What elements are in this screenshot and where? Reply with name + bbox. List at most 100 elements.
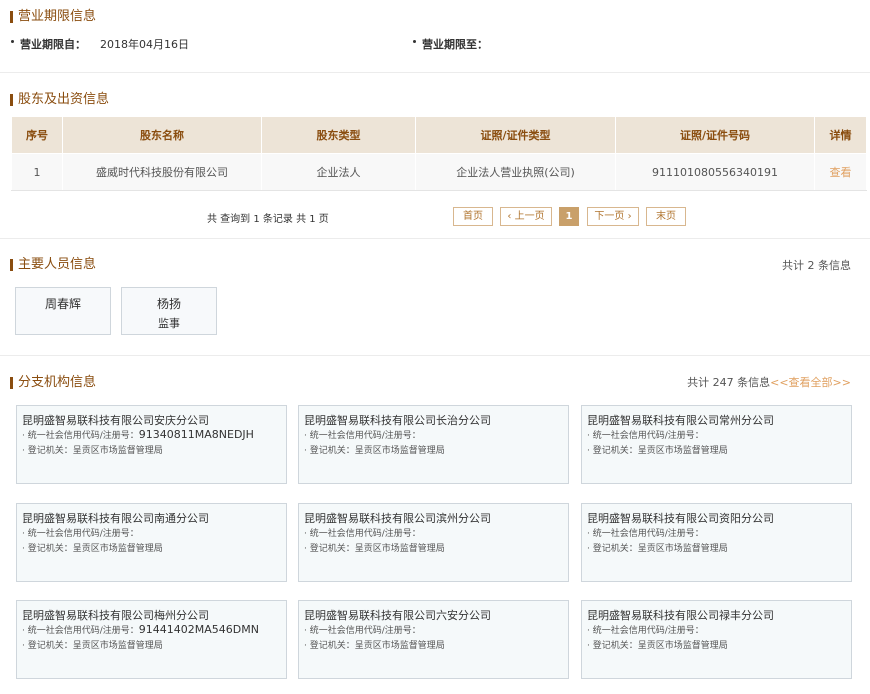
branch-name: 昆明盛智易联科技有限公司禄丰分公司 <box>587 609 774 622</box>
branch-authority: 呈贡区市场监督管理局 <box>72 544 163 554</box>
section-divider <box>0 238 870 239</box>
branch-authority-line: · 登记机关：呈贡区市场监督管理局 <box>587 638 728 651</box>
branch-authority-label: · 登记机关： <box>22 446 73 456</box>
branch-authority: 呈贡区市场监督管理局 <box>72 641 163 651</box>
branch-credit-label: · 统一社会信用代码/注册号： <box>587 529 704 539</box>
branch-credit-label: · 统一社会信用代码/注册号： <box>22 626 139 636</box>
branch-authority-label: · 登记机关： <box>587 544 638 554</box>
branch-authority-label: · 登记机关： <box>304 641 355 651</box>
branch-name: 昆明盛智易联科技有限公司常州分公司 <box>587 414 774 427</box>
branch-credit-code: 91441402MA546DMN <box>138 623 259 636</box>
branch-authority-label: · 登记机关： <box>304 446 355 456</box>
branch-authority-line: · 登记机关：呈贡区市场监督管理局 <box>22 443 163 456</box>
branches-count: 共计 247 条信息<<查看全部>> <box>687 374 851 390</box>
person-card[interactable]: 周春辉 <box>15 287 111 335</box>
branch-card[interactable]: 昆明盛智易联科技有限公司六安分公司 · 统一社会信用代码/注册号： · 登记机关：呈… <box>298 600 569 679</box>
cell-name: 盛威时代科技股份有限公司 <box>62 153 262 191</box>
branch-authority-line: · 登记机关：呈贡区市场监督管理局 <box>22 541 163 554</box>
branch-credit-label: · 统一社会信用代码/注册号： <box>304 529 421 539</box>
current-page-button[interactable]: 1 <box>559 207 579 226</box>
table-row: 1 盛威时代科技股份有限公司 企业法人 企业法人营业执照(公司) 9111010… <box>11 153 867 191</box>
branch-name: 昆明盛智易联科技有限公司资阳分公司 <box>587 512 774 525</box>
branch-name: 昆明盛智易联科技有限公司滨州分公司 <box>304 512 491 525</box>
branch-card[interactable]: 昆明盛智易联科技有限公司梅州分公司 · 统一社会信用代码/注册号：91441402… <box>16 600 287 679</box>
branch-name: 昆明盛智易联科技有限公司南通分公司 <box>22 512 209 525</box>
col-header-cert-number: 证照/证件号码 <box>615 116 815 154</box>
branch-credit-label: · 统一社会信用代码/注册号： <box>22 529 139 539</box>
branch-authority-line: · 登记机关：呈贡区市场监督管理局 <box>22 638 163 651</box>
branch-authority-label: · 登记机关： <box>587 446 638 456</box>
person-role: 监事 <box>158 317 180 330</box>
next-page-button[interactable]: 下一页 › <box>587 207 639 226</box>
pager-info: 共 查询到 1 条记录 共 1 页 <box>207 214 329 225</box>
branch-authority-line: · 登记机关：呈贡区市场监督管理局 <box>304 638 445 651</box>
branch-card[interactable]: 昆明盛智易联科技有限公司常州分公司 · 统一社会信用代码/注册号： · 登记机关：呈… <box>581 405 852 484</box>
business-term-title: 营业期限信息 <box>10 9 96 25</box>
branch-credit-line: · 统一社会信用代码/注册号： <box>587 623 704 636</box>
branch-credit-line: · 统一社会信用代码/注册号： <box>304 428 421 441</box>
branch-authority-line: · 登记机关：呈贡区市场监督管理局 <box>587 443 728 456</box>
bullet-icon <box>413 40 416 43</box>
branches-title: 分支机构信息 <box>10 375 96 391</box>
person-name: 周春辉 <box>44 297 81 311</box>
branch-name: 昆明盛智易联科技有限公司长治分公司 <box>304 414 491 427</box>
branch-authority: 呈贡区市场监督管理局 <box>637 641 728 651</box>
branch-credit-label: · 统一社会信用代码/注册号： <box>22 431 139 441</box>
first-page-button[interactable]: 首页 <box>453 207 493 226</box>
person-card[interactable]: 杨扬 监事 <box>121 287 217 335</box>
branch-card[interactable]: 昆明盛智易联科技有限公司禄丰分公司 · 统一社会信用代码/注册号： · 登记机关：呈… <box>581 600 852 679</box>
branch-authority: 呈贡区市场监督管理局 <box>72 446 163 456</box>
section-divider <box>0 72 870 73</box>
branch-credit-label: · 统一社会信用代码/注册号： <box>304 626 421 636</box>
branch-credit-line: · 统一社会信用代码/注册号： <box>304 526 421 539</box>
branches-count-text: 共计 247 条信息 <box>687 376 771 389</box>
bullet-icon <box>11 40 14 43</box>
col-header-index: 序号 <box>11 116 63 154</box>
term-from-value: 2018年04月16日 <box>100 38 189 51</box>
branch-name: 昆明盛智易联科技有限公司梅州分公司 <box>22 609 209 622</box>
branch-name: 昆明盛智易联科技有限公司六安分公司 <box>304 609 491 622</box>
branch-credit-code: 91340811MA8NEDJH <box>138 428 254 441</box>
branch-authority: 呈贡区市场监督管理局 <box>637 544 728 554</box>
term-to-label: 营业期限至： <box>422 38 488 51</box>
branch-credit-line: · 统一社会信用代码/注册号：91340811MA8NEDJH <box>22 428 254 441</box>
last-page-button[interactable]: 末页 <box>646 207 686 226</box>
branch-authority: 呈贡区市场监督管理局 <box>637 446 728 456</box>
branch-card[interactable]: 昆明盛智易联科技有限公司安庆分公司 · 统一社会信用代码/注册号：91340811… <box>16 405 287 484</box>
term-from-label: 营业期限自： <box>20 38 86 51</box>
branch-authority: 呈贡区市场监督管理局 <box>354 544 445 554</box>
cell-index: 1 <box>11 153 63 191</box>
prev-page-button[interactable]: ‹ 上一页 <box>500 207 552 226</box>
branch-authority-label: · 登记机关： <box>304 544 355 554</box>
view-detail-link[interactable]: 查看 <box>814 153 867 191</box>
branch-card[interactable]: 昆明盛智易联科技有限公司南通分公司 · 统一社会信用代码/注册号： · 登记机关：呈… <box>16 503 287 582</box>
branch-name: 昆明盛智易联科技有限公司安庆分公司 <box>22 414 209 427</box>
branch-credit-line: · 统一社会信用代码/注册号： <box>22 526 139 539</box>
branch-authority-line: · 登记机关：呈贡区市场监督管理局 <box>304 541 445 554</box>
view-all-branches-link[interactable]: <<查看全部>> <box>770 376 851 389</box>
branch-authority-label: · 登记机关： <box>22 641 73 651</box>
branch-card[interactable]: 昆明盛智易联科技有限公司资阳分公司 · 统一社会信用代码/注册号： · 登记机关：呈… <box>581 503 852 582</box>
business-term-to: 营业期限至： <box>413 38 502 52</box>
col-header-name: 股东名称 <box>62 116 262 154</box>
business-term-from: 营业期限自： 2018年04月16日 <box>11 38 189 52</box>
branch-credit-line: · 统一社会信用代码/注册号： <box>587 526 704 539</box>
personnel-count: 共计 2 条信息 <box>782 259 851 272</box>
branch-authority-label: · 登记机关： <box>587 641 638 651</box>
col-header-cert-type: 证照/证件类型 <box>415 116 616 154</box>
col-header-detail: 详情 <box>814 116 867 154</box>
shareholders-table: 序号 股东名称 股东类型 证照/证件类型 证照/证件号码 详情 1 盛威时代科技… <box>11 116 867 191</box>
branch-credit-line: · 统一社会信用代码/注册号： <box>304 623 421 636</box>
branch-authority: 呈贡区市场监督管理局 <box>354 446 445 456</box>
branch-credit-line: · 统一社会信用代码/注册号：91441402MA546DMN <box>22 623 259 636</box>
cell-cert-type: 企业法人营业执照(公司) <box>415 153 616 191</box>
branch-credit-line: · 统一社会信用代码/注册号： <box>587 428 704 441</box>
branch-credit-label: · 统一社会信用代码/注册号： <box>304 431 421 441</box>
col-header-type: 股东类型 <box>261 116 416 154</box>
branch-credit-label: · 统一社会信用代码/注册号： <box>587 431 704 441</box>
table-header-row: 序号 股东名称 股东类型 证照/证件类型 证照/证件号码 详情 <box>11 116 867 154</box>
branch-card[interactable]: 昆明盛智易联科技有限公司滨州分公司 · 统一社会信用代码/注册号： · 登记机关：呈… <box>298 503 569 582</box>
branch-card[interactable]: 昆明盛智易联科技有限公司长治分公司 · 统一社会信用代码/注册号： · 登记机关：呈… <box>298 405 569 484</box>
shareholders-title: 股东及出资信息 <box>10 92 109 108</box>
person-name: 杨扬 <box>156 297 181 311</box>
